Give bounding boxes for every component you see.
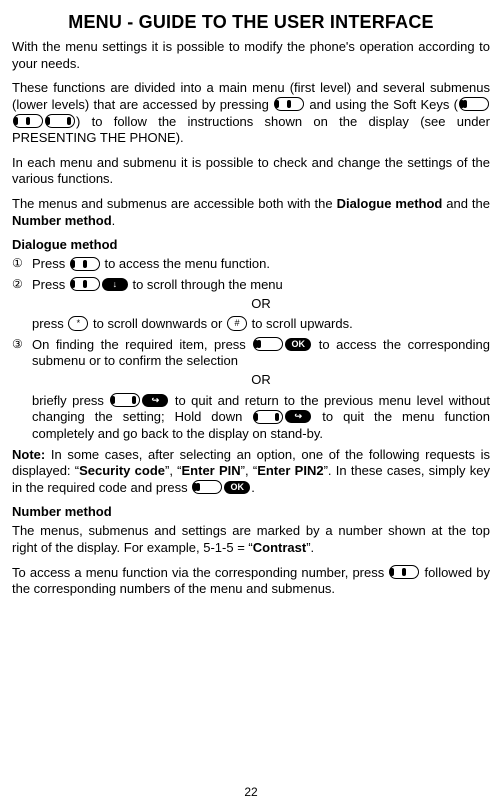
hash-key-icon: # <box>227 316 247 331</box>
right-softkey-icon <box>253 410 283 424</box>
intro-paragraph-1: With the menu settings it is possible to… <box>12 39 490 72</box>
security-code-term: Security code <box>79 463 165 478</box>
dialogue-steps: Press to access the menu function. Press… <box>12 256 490 442</box>
number-method-paragraph-1: The menus, submenus and settings are mar… <box>12 523 490 556</box>
ok-badge-icon: OK <box>224 481 250 494</box>
menu-softkey-icon <box>70 257 100 271</box>
contrast-term: Contrast <box>253 540 306 555</box>
dialogue-method-heading: Dialogue method <box>12 237 490 252</box>
intro-paragraph-4: The menus and submenus are accessible bo… <box>12 196 490 229</box>
intro-paragraph-3: In each menu and submenu it is possible … <box>12 155 490 188</box>
enter-pin-term: Enter PIN <box>182 463 241 478</box>
number-method-term: Number method <box>12 213 112 228</box>
text: . <box>251 480 255 495</box>
text: Press <box>32 256 69 271</box>
or-separator: OR <box>32 296 490 313</box>
left-softkey-icon <box>459 97 489 111</box>
step-1: Press to access the menu function. <box>12 256 490 273</box>
center-softkey-icon <box>13 114 43 128</box>
enter-pin2-term: Enter PIN2 <box>257 463 323 478</box>
menu-softkey-icon <box>274 97 304 111</box>
text: to scroll through the menu <box>129 277 283 292</box>
right-softkey-icon <box>110 393 140 407</box>
text: briefly press <box>32 393 109 408</box>
text: to scroll downwards or <box>89 316 226 331</box>
text: To access a menu function via the corres… <box>12 565 388 580</box>
note-label: Note: <box>12 447 45 462</box>
text: to scroll upwards. <box>248 316 353 331</box>
text: ”, “ <box>165 463 182 478</box>
page-number: 22 <box>0 785 502 799</box>
dialogue-method-term: Dialogue method <box>337 196 443 211</box>
step-3: On finding the required item, press OK t… <box>12 337 490 443</box>
exit-badge-icon: ↪ <box>285 410 311 423</box>
ok-badge-icon: OK <box>285 338 311 351</box>
menu-softkey-icon <box>70 277 100 291</box>
note-paragraph: Note: In some cases, after selecting an … <box>12 447 490 497</box>
text: The menus and submenus are accessible bo… <box>12 196 337 211</box>
text: to access the menu function. <box>101 256 270 271</box>
down-arrow-badge-icon: ↓ <box>102 278 128 291</box>
left-softkey-icon <box>192 480 222 494</box>
text: Press <box>32 277 69 292</box>
text: . <box>112 213 116 228</box>
right-softkey-icon <box>45 114 75 128</box>
number-method-paragraph-2: To access a menu function via the corres… <box>12 565 490 598</box>
text: ) to follow the instructions shown on th… <box>12 114 490 146</box>
text: ”. <box>306 540 314 555</box>
left-softkey-icon <box>253 337 283 351</box>
menu-softkey-icon <box>389 565 419 579</box>
intro-paragraph-2: These functions are divided into a main … <box>12 80 490 147</box>
page-title: MENU - GUIDE TO THE USER INTERFACE <box>12 12 490 33</box>
text: and the <box>442 196 490 211</box>
star-key-icon: * <box>68 316 88 331</box>
text: On finding the required item, press <box>32 337 252 352</box>
text: and using the Soft Keys ( <box>305 97 458 112</box>
exit-badge-icon: ↪ <box>142 394 168 407</box>
text: press <box>32 316 67 331</box>
or-separator: OR <box>32 372 490 389</box>
text: The menus, submenus and settings are mar… <box>12 523 490 555</box>
text: ”, “ <box>241 463 258 478</box>
step-2: Press ↓ to scroll through the menu OR pr… <box>12 277 490 333</box>
page: MENU - GUIDE TO THE USER INTERFACE With … <box>0 0 502 809</box>
number-method-heading: Number method <box>12 504 490 519</box>
